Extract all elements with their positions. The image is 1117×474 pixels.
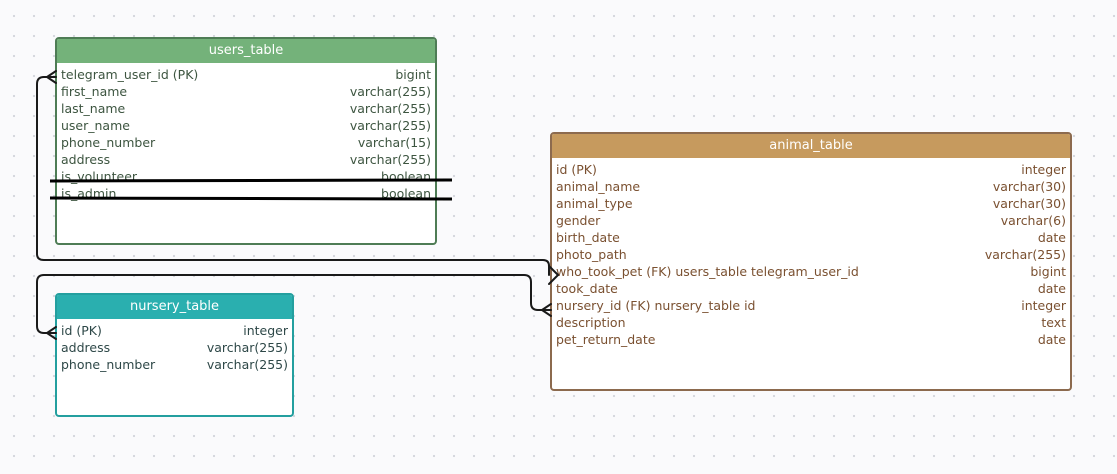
users-table[interactable]: users_table telegram_user_id (PK) bigint … — [55, 37, 437, 245]
animal-row-photo-path[interactable]: photo_path varchar(255) — [552, 246, 1070, 263]
animal-table-title: animal_table — [552, 134, 1070, 158]
users-row-telegram-user-id[interactable]: telegram_user_id (PK) bigint — [57, 66, 435, 83]
column-type: varchar(6) — [1000, 213, 1066, 228]
column-name: address — [61, 340, 111, 355]
animal-row-animal-type[interactable]: animal_type varchar(30) — [552, 195, 1070, 212]
users-row-is-admin[interactable]: is_admin boolean — [57, 185, 435, 202]
column-type: integer — [1021, 298, 1066, 313]
column-type: varchar(15) — [357, 135, 431, 150]
nursery-row-address[interactable]: address varchar(255) — [57, 339, 292, 356]
column-name: gender — [556, 213, 601, 228]
column-name: took_date — [556, 281, 618, 296]
column-type: text — [1041, 315, 1066, 330]
animal-row-gender[interactable]: gender varchar(6) — [552, 212, 1070, 229]
column-name: who_took_pet (FK) users_table telegram_u… — [556, 264, 859, 279]
column-name: telegram_user_id (PK) — [61, 67, 199, 82]
column-type: boolean — [381, 186, 431, 201]
column-name: is_admin — [61, 186, 117, 201]
column-type: varchar(30) — [992, 179, 1066, 194]
column-name: animal_name — [556, 179, 641, 194]
animal-table-rows: id (PK) integer animal_name varchar(30) an… — [552, 158, 1070, 348]
column-type: bigint — [395, 67, 431, 82]
animal-row-took-date[interactable]: took_date date — [552, 280, 1070, 297]
users-table-rows: telegram_user_id (PK) bigint first_name va… — [57, 63, 435, 202]
animal-row-animal-name[interactable]: animal_name varchar(30) — [552, 178, 1070, 195]
column-type: bigint — [1030, 264, 1066, 279]
column-name: photo_path — [556, 247, 627, 262]
users-table-title: users_table — [57, 39, 435, 63]
column-name: nursery_id (FK) nursery_table id — [556, 298, 756, 313]
nursery-table[interactable]: nursery_table id (PK) integer address varc… — [55, 293, 294, 417]
users-row-phone-number[interactable]: phone_number varchar(15) — [57, 134, 435, 151]
column-type: varchar(255) — [349, 101, 431, 116]
animal-row-pet-return-date[interactable]: pet_return_date date — [552, 331, 1070, 348]
column-type: varchar(255) — [206, 357, 288, 372]
column-type: varchar(255) — [349, 84, 431, 99]
column-type: varchar(255) — [349, 118, 431, 133]
column-type: varchar(255) — [984, 247, 1066, 262]
nursery-table-title: nursery_table — [57, 295, 292, 319]
column-type: date — [1037, 332, 1066, 347]
animal-row-birth-date[interactable]: birth_date date — [552, 229, 1070, 246]
nursery-table-rows: id (PK) integer address varchar(255) phone… — [57, 319, 292, 373]
column-type: date — [1037, 230, 1066, 245]
column-name: id (PK) — [61, 323, 102, 338]
animal-row-id[interactable]: id (PK) integer — [552, 161, 1070, 178]
column-name: description — [556, 315, 626, 330]
nursery-row-phone-number[interactable]: phone_number varchar(255) — [57, 356, 292, 373]
column-name: pet_return_date — [556, 332, 656, 347]
animal-table[interactable]: animal_table id (PK) integer animal_name v… — [550, 132, 1072, 391]
column-name: last_name — [61, 101, 126, 116]
animal-row-description[interactable]: description text — [552, 314, 1070, 331]
users-row-last-name[interactable]: last_name varchar(255) — [57, 100, 435, 117]
column-type: varchar(30) — [992, 196, 1066, 211]
users-row-is-volunteer[interactable]: is_volunteer boolean — [57, 168, 435, 185]
users-row-address[interactable]: address varchar(255) — [57, 151, 435, 168]
column-name: phone_number — [61, 135, 156, 150]
column-name: animal_type — [556, 196, 633, 211]
column-name: phone_number — [61, 357, 156, 372]
animal-row-who-took-pet[interactable]: who_took_pet (FK) users_table telegram_u… — [552, 263, 1070, 280]
users-row-first-name[interactable]: first_name varchar(255) — [57, 83, 435, 100]
column-name: id (PK) — [556, 162, 597, 177]
column-name: is_volunteer — [61, 169, 138, 184]
nursery-row-id[interactable]: id (PK) integer — [57, 322, 292, 339]
column-type: integer — [243, 323, 288, 338]
column-type: varchar(255) — [206, 340, 288, 355]
column-name: user_name — [61, 118, 130, 133]
column-name: birth_date — [556, 230, 620, 245]
column-name: first_name — [61, 84, 128, 99]
column-name: address — [61, 152, 111, 167]
column-type: varchar(255) — [349, 152, 431, 167]
users-row-user-name[interactable]: user_name varchar(255) — [57, 117, 435, 134]
column-type: integer — [1021, 162, 1066, 177]
column-type: boolean — [381, 169, 431, 184]
column-type: date — [1037, 281, 1066, 296]
animal-row-nursery-id[interactable]: nursery_id (FK) nursery_table id integer — [552, 297, 1070, 314]
